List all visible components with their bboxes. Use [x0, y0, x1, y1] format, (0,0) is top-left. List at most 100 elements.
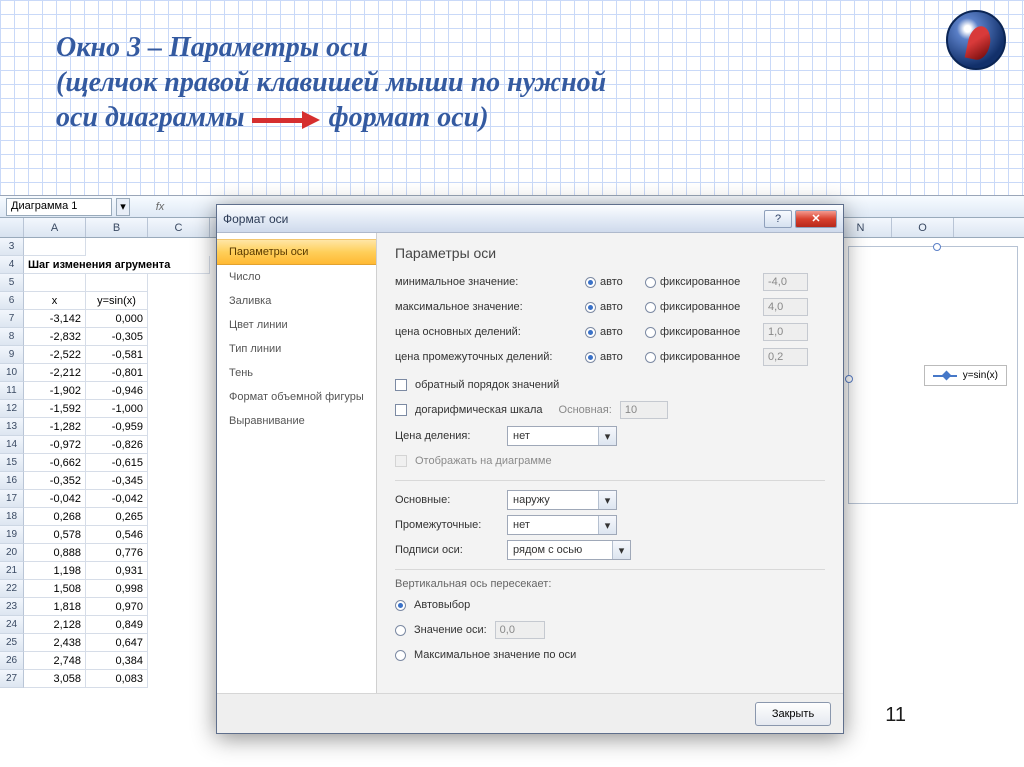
row-header[interactable]: 22 [0, 580, 24, 598]
fixed-radio[interactable] [645, 277, 656, 288]
cell[interactable]: -1,902 [24, 382, 86, 400]
cell[interactable]: 0,998 [86, 580, 148, 598]
row-header[interactable]: 21 [0, 562, 24, 580]
name-box-dropdown[interactable]: ▾ [116, 198, 130, 216]
row-header[interactable]: 9 [0, 346, 24, 364]
log-base-input[interactable]: 10 [620, 401, 668, 419]
cell[interactable]: 2,128 [24, 616, 86, 634]
cell[interactable]: 0,268 [24, 508, 86, 526]
row-header[interactable]: 16 [0, 472, 24, 490]
cell[interactable]: 0,888 [24, 544, 86, 562]
fixed-radio[interactable] [645, 302, 656, 313]
row-header[interactable]: 5 [0, 274, 24, 292]
cell[interactable]: 0,970 [86, 598, 148, 616]
cell[interactable]: 0,000 [86, 310, 148, 328]
sidebar-item[interactable]: Формат объемной фигуры [217, 385, 376, 409]
cell[interactable]: -2,832 [24, 328, 86, 346]
cell[interactable]: -0,042 [24, 490, 86, 508]
row-header[interactable]: 25 [0, 634, 24, 652]
cell[interactable]: -0,826 [86, 436, 148, 454]
cell[interactable]: 0,083 [86, 670, 148, 688]
auto-radio[interactable] [585, 302, 596, 313]
cell[interactable]: -0,305 [86, 328, 148, 346]
log-scale-checkbox[interactable] [395, 404, 407, 416]
row-header[interactable]: 6 [0, 292, 24, 310]
cell[interactable]: 1,508 [24, 580, 86, 598]
row-header[interactable]: 7 [0, 310, 24, 328]
cell[interactable]: -0,662 [24, 454, 86, 472]
row-header[interactable]: 10 [0, 364, 24, 382]
sidebar-item[interactable]: Тип линии [217, 337, 376, 361]
fx-icon[interactable]: fx [150, 201, 170, 213]
fixed-value-input[interactable]: 1,0 [763, 323, 808, 341]
embedded-chart[interactable]: y=sin(x) [848, 246, 1018, 504]
dialog-titlebar[interactable]: Формат оси ? ✕ [217, 205, 843, 233]
auto-radio[interactable] [585, 352, 596, 363]
cell[interactable]: -0,345 [86, 472, 148, 490]
fixed-value-input[interactable]: 0,2 [763, 348, 808, 366]
crosses-max-radio[interactable] [395, 650, 406, 661]
cell[interactable]: 1,198 [24, 562, 86, 580]
cell[interactable] [24, 274, 86, 292]
cell[interactable]: 0,578 [24, 526, 86, 544]
auto-radio[interactable] [585, 277, 596, 288]
fixed-value-input[interactable]: -4,0 [763, 273, 808, 291]
select-all-corner[interactable] [0, 218, 24, 237]
column-header[interactable]: C [148, 218, 210, 237]
sidebar-item[interactable]: Число [217, 265, 376, 289]
crosses-auto-radio[interactable] [395, 600, 406, 611]
row-header[interactable]: 15 [0, 454, 24, 472]
sidebar-item[interactable]: Выравнивание [217, 409, 376, 433]
cell[interactable]: -3,142 [24, 310, 86, 328]
row-header[interactable]: 20 [0, 544, 24, 562]
reverse-order-checkbox[interactable] [395, 379, 407, 391]
column-header[interactable]: A [24, 218, 86, 237]
cell[interactable]: x [24, 292, 86, 310]
row-header[interactable]: 12 [0, 400, 24, 418]
row-header[interactable]: 4 [0, 256, 24, 274]
cell[interactable]: 0,546 [86, 526, 148, 544]
row-header[interactable]: 23 [0, 598, 24, 616]
cell[interactable]: -0,959 [86, 418, 148, 436]
cell[interactable]: y=sin(x) [86, 292, 148, 310]
sidebar-item[interactable]: Заливка [217, 289, 376, 313]
cell[interactable]: -2,522 [24, 346, 86, 364]
axis-labels-select[interactable]: рядом с осью▾ [507, 540, 631, 560]
minor-tick-select[interactable]: нет▾ [507, 515, 617, 535]
fixed-radio[interactable] [645, 327, 656, 338]
cell[interactable] [86, 274, 148, 292]
major-tick-select[interactable]: наружу▾ [507, 490, 617, 510]
cell[interactable]: 2,438 [24, 634, 86, 652]
row-header[interactable]: 3 [0, 238, 24, 256]
cell[interactable]: 0,647 [86, 634, 148, 652]
cell[interactable]: -0,042 [86, 490, 148, 508]
crosses-value-input[interactable]: 0,0 [495, 621, 545, 639]
cell[interactable]: -0,946 [86, 382, 148, 400]
cell[interactable]: -0,615 [86, 454, 148, 472]
sidebar-item[interactable]: Тень [217, 361, 376, 385]
cell[interactable]: 0,931 [86, 562, 148, 580]
cell[interactable]: Шаг изменения агрумента [24, 256, 210, 274]
cell[interactable]: -0,972 [24, 436, 86, 454]
row-header[interactable]: 8 [0, 328, 24, 346]
cell[interactable]: -2,212 [24, 364, 86, 382]
sidebar-item[interactable]: Цвет линии [217, 313, 376, 337]
row-header[interactable]: 24 [0, 616, 24, 634]
cell[interactable]: -0,801 [86, 364, 148, 382]
fixed-value-input[interactable]: 4,0 [763, 298, 808, 316]
help-button[interactable]: ? [764, 210, 792, 228]
row-header[interactable]: 27 [0, 670, 24, 688]
auto-radio[interactable] [585, 327, 596, 338]
row-header[interactable]: 18 [0, 508, 24, 526]
name-box[interactable]: Диаграмма 1 [6, 198, 112, 216]
sidebar-item[interactable]: Параметры оси [217, 239, 376, 265]
fixed-radio[interactable] [645, 352, 656, 363]
display-unit-select[interactable]: нет ▾ [507, 426, 617, 446]
cell[interactable]: -0,581 [86, 346, 148, 364]
row-header[interactable]: 14 [0, 436, 24, 454]
cell[interactable]: 3,058 [24, 670, 86, 688]
close-dialog-button[interactable]: Закрыть [755, 702, 831, 726]
row-header[interactable]: 11 [0, 382, 24, 400]
row-header[interactable]: 13 [0, 418, 24, 436]
cell[interactable]: 0,849 [86, 616, 148, 634]
